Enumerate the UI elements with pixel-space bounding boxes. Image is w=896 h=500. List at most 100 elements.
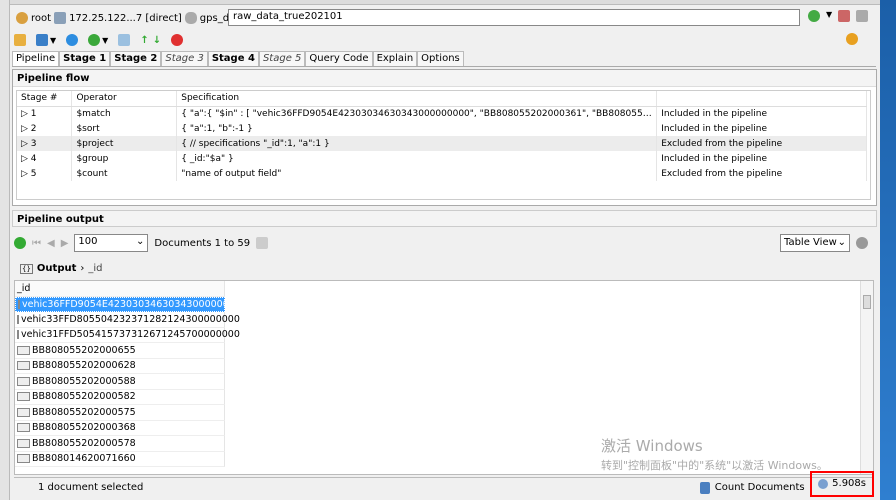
stage-cell: Excluded from the pipeline: [656, 136, 867, 151]
save-icon[interactable]: [36, 34, 48, 46]
id-value: BB808055202000368: [32, 422, 136, 434]
next-page-icon[interactable]: ▶: [61, 238, 69, 249]
top-right-tools: ▼: [808, 10, 869, 22]
table-row[interactable]: vehic31FFD505415737312671245700000000: [15, 327, 240, 343]
table-row[interactable]: BB808055202000578: [15, 436, 225, 452]
document-icon: [17, 454, 30, 464]
document-icon: [17, 330, 19, 340]
adjacent-panel: [0, 0, 10, 500]
execution-time-value: 5.908s: [832, 478, 866, 489]
stage-cell: ▷ 5: [17, 166, 73, 181]
breadcrumb-separator: ›: [80, 263, 85, 274]
refresh-output-icon[interactable]: [14, 237, 26, 249]
scroll-thumb[interactable]: [863, 295, 871, 309]
prev-page-icon[interactable]: ◀: [47, 238, 55, 249]
watermark-line2: 转到"控制面板"中的"系统"以激活 Windows。: [601, 459, 828, 472]
stage-cell: { _id:"$a" }: [176, 151, 658, 166]
chevron-down-icon: ⌄: [136, 236, 145, 247]
table-header: Stage # Operator Specification: [17, 91, 867, 107]
column-header: Specification: [176, 91, 658, 107]
tab-stage-1[interactable]: Stage 1: [59, 51, 111, 66]
run-icon[interactable]: [66, 34, 79, 46]
stage-cell: $group: [71, 151, 178, 166]
id-value: vehic36FFD9054E42303034630343000000000: [22, 298, 247, 310]
id-value: BB808014620071660: [32, 453, 136, 465]
collection-input[interactable]: raw_data_true202101: [228, 9, 800, 26]
stage-row[interactable]: ▷ 5 $count "name of output field" Excluded …: [17, 166, 867, 181]
stage-cell: { "a":{ "$in" : [ "vehic36FFD9054E423030…: [176, 106, 658, 121]
table-row[interactable]: BB808055202000588: [15, 374, 225, 390]
tab-stage-5[interactable]: Stage 5: [258, 51, 306, 66]
document-icon: [17, 407, 30, 417]
stage-cell: ▷ 1: [17, 106, 73, 121]
stage-cell: Included in the pipeline: [656, 151, 867, 166]
tab-options[interactable]: Options: [417, 51, 464, 66]
first-page-icon[interactable]: ⏮: [32, 238, 41, 249]
table-row[interactable]: BB808055202000628: [15, 358, 225, 374]
column-header-id[interactable]: _id: [15, 281, 225, 297]
breadcrumb: {} Output › _id: [20, 263, 103, 274]
tab-explain[interactable]: Explain: [372, 51, 418, 66]
add-dropdown-icon[interactable]: ▼: [102, 36, 108, 45]
stage-row[interactable]: ▷ 4 $group{ _id:"$a" } Included in the pip…: [17, 151, 867, 166]
move-up-icon[interactable]: ↑: [140, 35, 148, 46]
copy-icon[interactable]: [838, 10, 851, 22]
tab-query-code[interactable]: Query Code: [305, 51, 373, 66]
editor-tabs: Pipeline Stage 1 Stage 2 Stage 3 Stage 4 Stag…: [12, 51, 876, 67]
refresh-icon[interactable]: [808, 10, 820, 22]
stage-row[interactable]: ▷ 2 $sort{ "a":1, "b":-1 } Included in the…: [17, 121, 867, 136]
breadcrumb-id[interactable]: _id: [88, 263, 102, 274]
stage-cell: ▷ 3: [17, 136, 73, 151]
id-value: BB808055202000628: [32, 360, 136, 372]
documents-range: Documents 1 to 59: [154, 237, 251, 249]
move-down-icon[interactable]: ↓: [153, 35, 161, 46]
table-row[interactable]: BB808014620071660: [15, 451, 225, 467]
table-row[interactable]: BB808055202000575: [15, 405, 225, 421]
vertical-scrollbar[interactable]: [860, 281, 873, 474]
count-documents-button[interactable]: Count Documents: [715, 482, 810, 493]
open-icon[interactable]: [14, 34, 26, 46]
database-icon: [184, 12, 197, 24]
stage-cell: $count: [71, 166, 178, 181]
desktop-background: [880, 0, 896, 500]
table-row[interactable]: vehic33FFD805504232371282124300000000: [15, 312, 240, 328]
output-grid: _id vehic36FFD9054E423030346303430000000…: [14, 280, 874, 475]
tab-pipeline[interactable]: Pipeline: [12, 51, 60, 66]
id-value: BB808055202000578: [32, 437, 136, 449]
stage-row[interactable]: ▷ 3 $project{ // specifications "_id":1, …: [17, 136, 867, 151]
table-row[interactable]: BB808055202000655: [15, 343, 225, 359]
stage-cell: "name of output field": [176, 166, 658, 181]
paste-icon[interactable]: [856, 10, 869, 22]
export-icon[interactable]: [256, 237, 269, 249]
save-dropdown-icon[interactable]: ▼: [50, 36, 56, 45]
execution-time: 5.908s: [810, 470, 874, 497]
stage-row[interactable]: ▷ 1 $match{ "a":{ "$in" : [ "vehic36FFD90…: [17, 106, 867, 121]
pipeline-flow-table: Stage # Operator Specification ▷ 1 $match{ "…: [17, 91, 867, 181]
add-stage-icon[interactable]: [88, 34, 101, 46]
view-mode-select[interactable]: Table View ⌄: [780, 234, 850, 252]
tab-stage-2[interactable]: Stage 2: [110, 51, 162, 66]
clock-icon: [818, 478, 829, 489]
remove-stage-icon[interactable]: [171, 34, 184, 46]
gear-icon[interactable]: [856, 237, 868, 249]
help-icon[interactable]: [846, 33, 858, 45]
dropdown-arrow-icon[interactable]: ▼: [826, 10, 832, 22]
tab-stage-3[interactable]: Stage 3: [161, 51, 208, 66]
document-icon: [17, 392, 30, 402]
stage-cell: Included in the pipeline: [656, 121, 867, 136]
pipeline-toolbar: ▼ ▼ ↑ ↓: [14, 31, 184, 49]
breadcrumb-output[interactable]: Output: [37, 263, 76, 274]
document-icon: [17, 361, 30, 371]
stage-cell: $project: [71, 136, 178, 151]
table-row[interactable]: BB808055202000368: [15, 420, 225, 436]
page-size-value: 100: [78, 236, 98, 247]
table-row[interactable]: BB808055202000582: [15, 389, 225, 405]
pipeline-flow-title: Pipeline flow: [13, 70, 876, 87]
duplicate-icon[interactable]: [118, 34, 131, 46]
count-documents-icon: [700, 481, 710, 494]
page-size-select[interactable]: 100 ⌄: [74, 234, 149, 252]
tab-stage-4[interactable]: Stage 4: [207, 51, 259, 66]
stage-cell: ▷ 4: [17, 151, 73, 166]
table-row[interactable]: vehic36FFD9054E42303034630343000000000: [15, 296, 247, 312]
document-icon: [17, 314, 19, 324]
